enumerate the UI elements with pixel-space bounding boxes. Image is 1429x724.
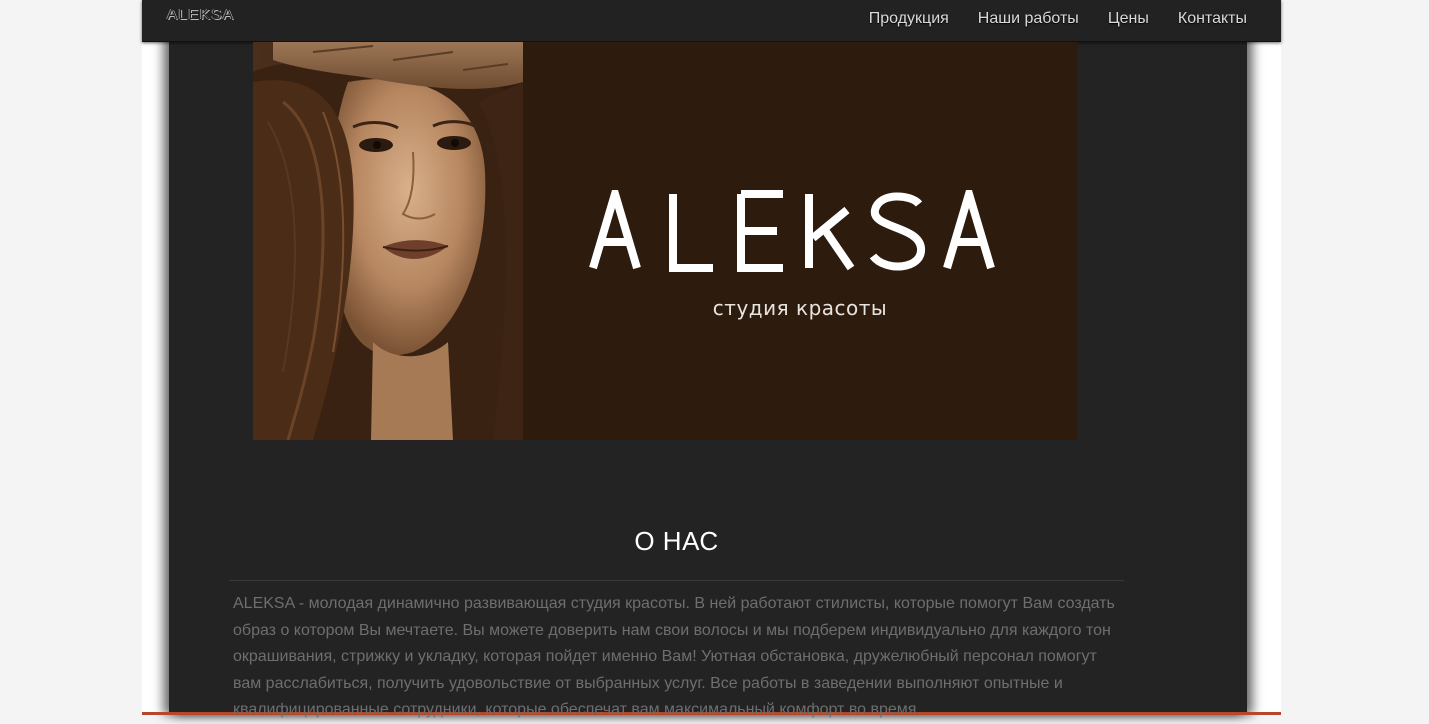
top-navbar: ALEKSA Продукция Наши работы Цены Контак… — [142, 0, 1281, 42]
nav-link-portfolio[interactable]: Наши работы — [978, 10, 1079, 28]
nav-menu: Продукция Наши работы Цены Контакты — [840, 0, 1247, 37]
hero-subtitle: студия красоты — [712, 296, 888, 320]
section-divider — [229, 580, 1124, 581]
nav-link-prices[interactable]: Цены — [1108, 10, 1149, 28]
hero-logo-area: студия красоты — [523, 42, 1077, 440]
nav-link-products[interactable]: Продукция — [869, 10, 949, 28]
model-portrait-image — [253, 42, 523, 440]
about-heading: О НАС — [634, 526, 719, 556]
hero-banner: студия красоты — [253, 42, 1077, 440]
brand-logo-link[interactable]: ALEKSA — [167, 6, 234, 23]
aleksa-wordmark-logo — [589, 190, 995, 272]
nav-link-contacts[interactable]: Контакты — [1178, 10, 1247, 28]
about-description: ALEKSA - молодая динамично развивающая с… — [233, 595, 1115, 718]
